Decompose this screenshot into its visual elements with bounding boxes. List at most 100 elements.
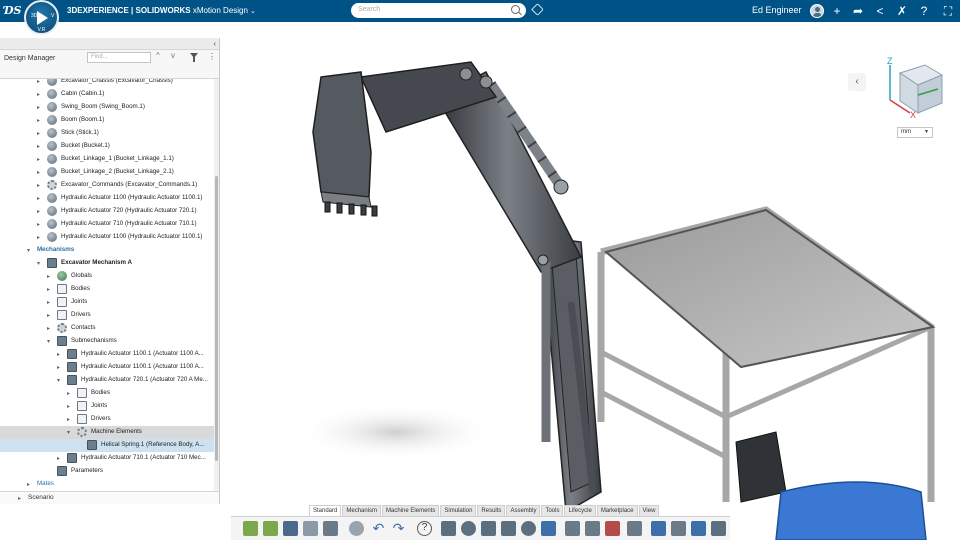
expand-arrow-icon[interactable]: ▸	[37, 79, 40, 85]
rotate-icon[interactable]	[501, 521, 516, 536]
expand-arrow-icon[interactable]: ▸	[37, 91, 40, 98]
display-icon[interactable]	[651, 521, 666, 536]
undo-icon[interactable]: ↶	[371, 521, 386, 536]
pan-icon[interactable]	[481, 521, 496, 536]
tree-row[interactable]: ▸ Boom (Boom.1)	[0, 114, 214, 127]
tab-standard[interactable]: Standard	[309, 505, 342, 516]
previous-result-icon[interactable]: ^	[156, 51, 160, 60]
tree-row[interactable]: ▸ Hydraulic Actuator 1100.1 (Actuator 110…	[0, 361, 214, 374]
tree-row[interactable]: ▸ Bodies	[0, 387, 214, 400]
tree-row[interactable]: ▾ Submechanisms	[0, 335, 214, 348]
view-orientation-icon[interactable]	[541, 521, 556, 536]
unit-select[interactable]: mm ▼	[897, 127, 933, 138]
fullscreen-icon[interactable]: ⛶	[940, 3, 956, 19]
chevron-down-icon[interactable]: ⌄	[250, 7, 256, 15]
expand-side-panel-icon[interactable]: ‹	[848, 73, 866, 91]
network-icon[interactable]: <	[872, 3, 888, 19]
excavator-chassis[interactable]	[775, 481, 927, 540]
tree-row[interactable]: ▸ Hydraulic Actuator 710.1 (Actuator 710 …	[0, 452, 214, 465]
assemble-icon[interactable]	[263, 521, 278, 536]
collapse-arrow-icon[interactable]: ▾	[47, 338, 50, 345]
tab-tools[interactable]: Tools	[541, 505, 564, 516]
expand-arrow-icon[interactable]: ▸	[37, 169, 40, 176]
hide-show-icon[interactable]	[565, 521, 580, 536]
tab-simulation[interactable]: Simulation	[440, 505, 477, 516]
expand-arrow-icon[interactable]: ▸	[27, 481, 30, 488]
section-icon[interactable]	[605, 521, 620, 536]
tree-row[interactable]: ▾ Hydraulic Actuator 720.1 (Actuator 720 …	[0, 374, 214, 387]
fit-all-icon[interactable]	[441, 521, 456, 536]
3d-viewport[interactable]	[221, 22, 960, 540]
tree-row[interactable]: ▸ Swing_Boom (Swing_Boom.1)	[0, 101, 214, 114]
tree-row[interactable]: ▸ Bucket_Linkage_1 (Bucket_Linkage_1.1)	[0, 153, 214, 166]
tree-row[interactable]: ▸ Excavator_Chassis (Excavator_Chassis)	[0, 79, 214, 88]
search-box[interactable]: Search	[351, 3, 526, 18]
scenario-node[interactable]: ▸ Scenario	[0, 491, 219, 504]
expand-arrow-icon[interactable]: ▸	[37, 208, 40, 215]
redo-icon[interactable]: ↷	[391, 521, 406, 536]
tree-row[interactable]: ▸ Globals	[0, 270, 214, 283]
tree-row[interactable]: ▸ Drivers	[0, 309, 214, 322]
expand-arrow-icon[interactable]: ▸	[37, 117, 40, 124]
tree-row[interactable]: ▸ Hydraulic Actuator 1100 (Hydraulic Actu…	[0, 192, 214, 205]
collaborate-icon[interactable]: ✗	[894, 3, 910, 19]
zoom-area-icon[interactable]	[521, 521, 536, 536]
tree-scrollbar-thumb[interactable]	[215, 176, 218, 461]
tab-marketplace[interactable]: Marketplace	[596, 505, 638, 516]
expand-arrow-icon[interactable]: ▸	[37, 221, 40, 228]
expand-arrow-icon[interactable]: ▸	[37, 234, 40, 241]
tree-row[interactable]: ▸ Bucket (Bucket.1)	[0, 140, 214, 153]
expand-arrow-icon[interactable]: ▸	[47, 312, 50, 319]
options-icon[interactable]	[349, 521, 364, 536]
tree-row[interactable]: ▸ Excavator_Commands (Excavator_Commands.…	[0, 179, 214, 192]
tab-view[interactable]: View	[638, 505, 660, 516]
collapse-arrow-icon[interactable]: ▾	[37, 260, 40, 267]
tree-row[interactable]: ▸ Hydraulic Actuator 1100.1 (Actuator 110…	[0, 348, 214, 361]
cabin-roof[interactable]	[603, 208, 936, 369]
chevron-down-icon[interactable]: ▼	[924, 129, 929, 135]
next-result-icon[interactable]: v	[171, 51, 175, 60]
expand-arrow-icon[interactable]: ▸	[57, 455, 60, 462]
expand-arrow-icon[interactable]: ▸	[67, 403, 70, 410]
expand-arrow-icon[interactable]: ▸	[37, 195, 40, 202]
tree-row[interactable]: ▸ Bodies	[0, 283, 214, 296]
expand-arrow-icon[interactable]: ▸	[47, 286, 50, 293]
properties-icon[interactable]	[323, 521, 338, 536]
capture-icon[interactable]	[691, 521, 706, 536]
render-icon[interactable]	[671, 521, 686, 536]
excavator-model[interactable]	[221, 22, 960, 540]
tree-row[interactable]: ▸ Contacts	[0, 322, 214, 335]
tab-lifecycle[interactable]: Lifecycle	[564, 505, 596, 516]
zoom-icon[interactable]	[461, 521, 476, 536]
tab-assembly[interactable]: Assembly	[506, 505, 541, 516]
tree-row[interactable]: ▸ Bucket_Linkage_2 (Bucket_Linkage_2.1)	[0, 166, 214, 179]
measure-icon[interactable]	[627, 521, 642, 536]
tab-machine-elements[interactable]: Machine Elements	[382, 505, 440, 516]
dassault-logo-icon[interactable]: ƊS	[4, 4, 21, 17]
tree-row[interactable]: ▸ Joints	[0, 296, 214, 309]
user-name[interactable]: Ed Engineer	[752, 5, 802, 15]
tree-row[interactable]: Helical Spring.1 (Reference Body, A...	[0, 439, 214, 452]
layout-icon[interactable]	[711, 521, 726, 536]
tab-mechanism[interactable]: Mechanism	[342, 505, 382, 516]
more-options-icon[interactable]: ⋮	[208, 52, 216, 61]
expand-arrow-icon[interactable]: ▸	[18, 495, 21, 502]
tab-results[interactable]: Results	[477, 505, 506, 516]
play-icon[interactable]	[37, 11, 48, 25]
tree-row[interactable]: ▾ Machine Elements	[0, 426, 214, 439]
expand-arrow-icon[interactable]: ▸	[37, 182, 40, 189]
compass-widget[interactable]: 3D V V.R	[24, 0, 59, 35]
help-icon[interactable]: ?	[417, 521, 432, 536]
share-icon[interactable]: ➦	[850, 3, 866, 19]
tree-row[interactable]: ▸ Joints	[0, 400, 214, 413]
save-icon[interactable]	[283, 521, 298, 536]
tree-row[interactable]: ▸ Hydraulic Actuator 710 (Hydraulic Actua…	[0, 218, 214, 231]
settings-icon[interactable]	[303, 521, 318, 536]
add-icon[interactable]: +	[829, 3, 845, 19]
tree-row[interactable]: ▸ Stick (Stick.1)	[0, 127, 214, 140]
expand-arrow-icon[interactable]: ▸	[37, 130, 40, 137]
tree-row[interactable]: ▸ Hydraulic Actuator 1100 (Hydraulic Actu…	[0, 231, 214, 244]
view-cube[interactable]: Z X	[880, 55, 950, 125]
tree-row[interactable]: ▸ Cabin (Cabin.1)	[0, 88, 214, 101]
collapse-arrow-icon[interactable]: ▾	[67, 429, 70, 436]
